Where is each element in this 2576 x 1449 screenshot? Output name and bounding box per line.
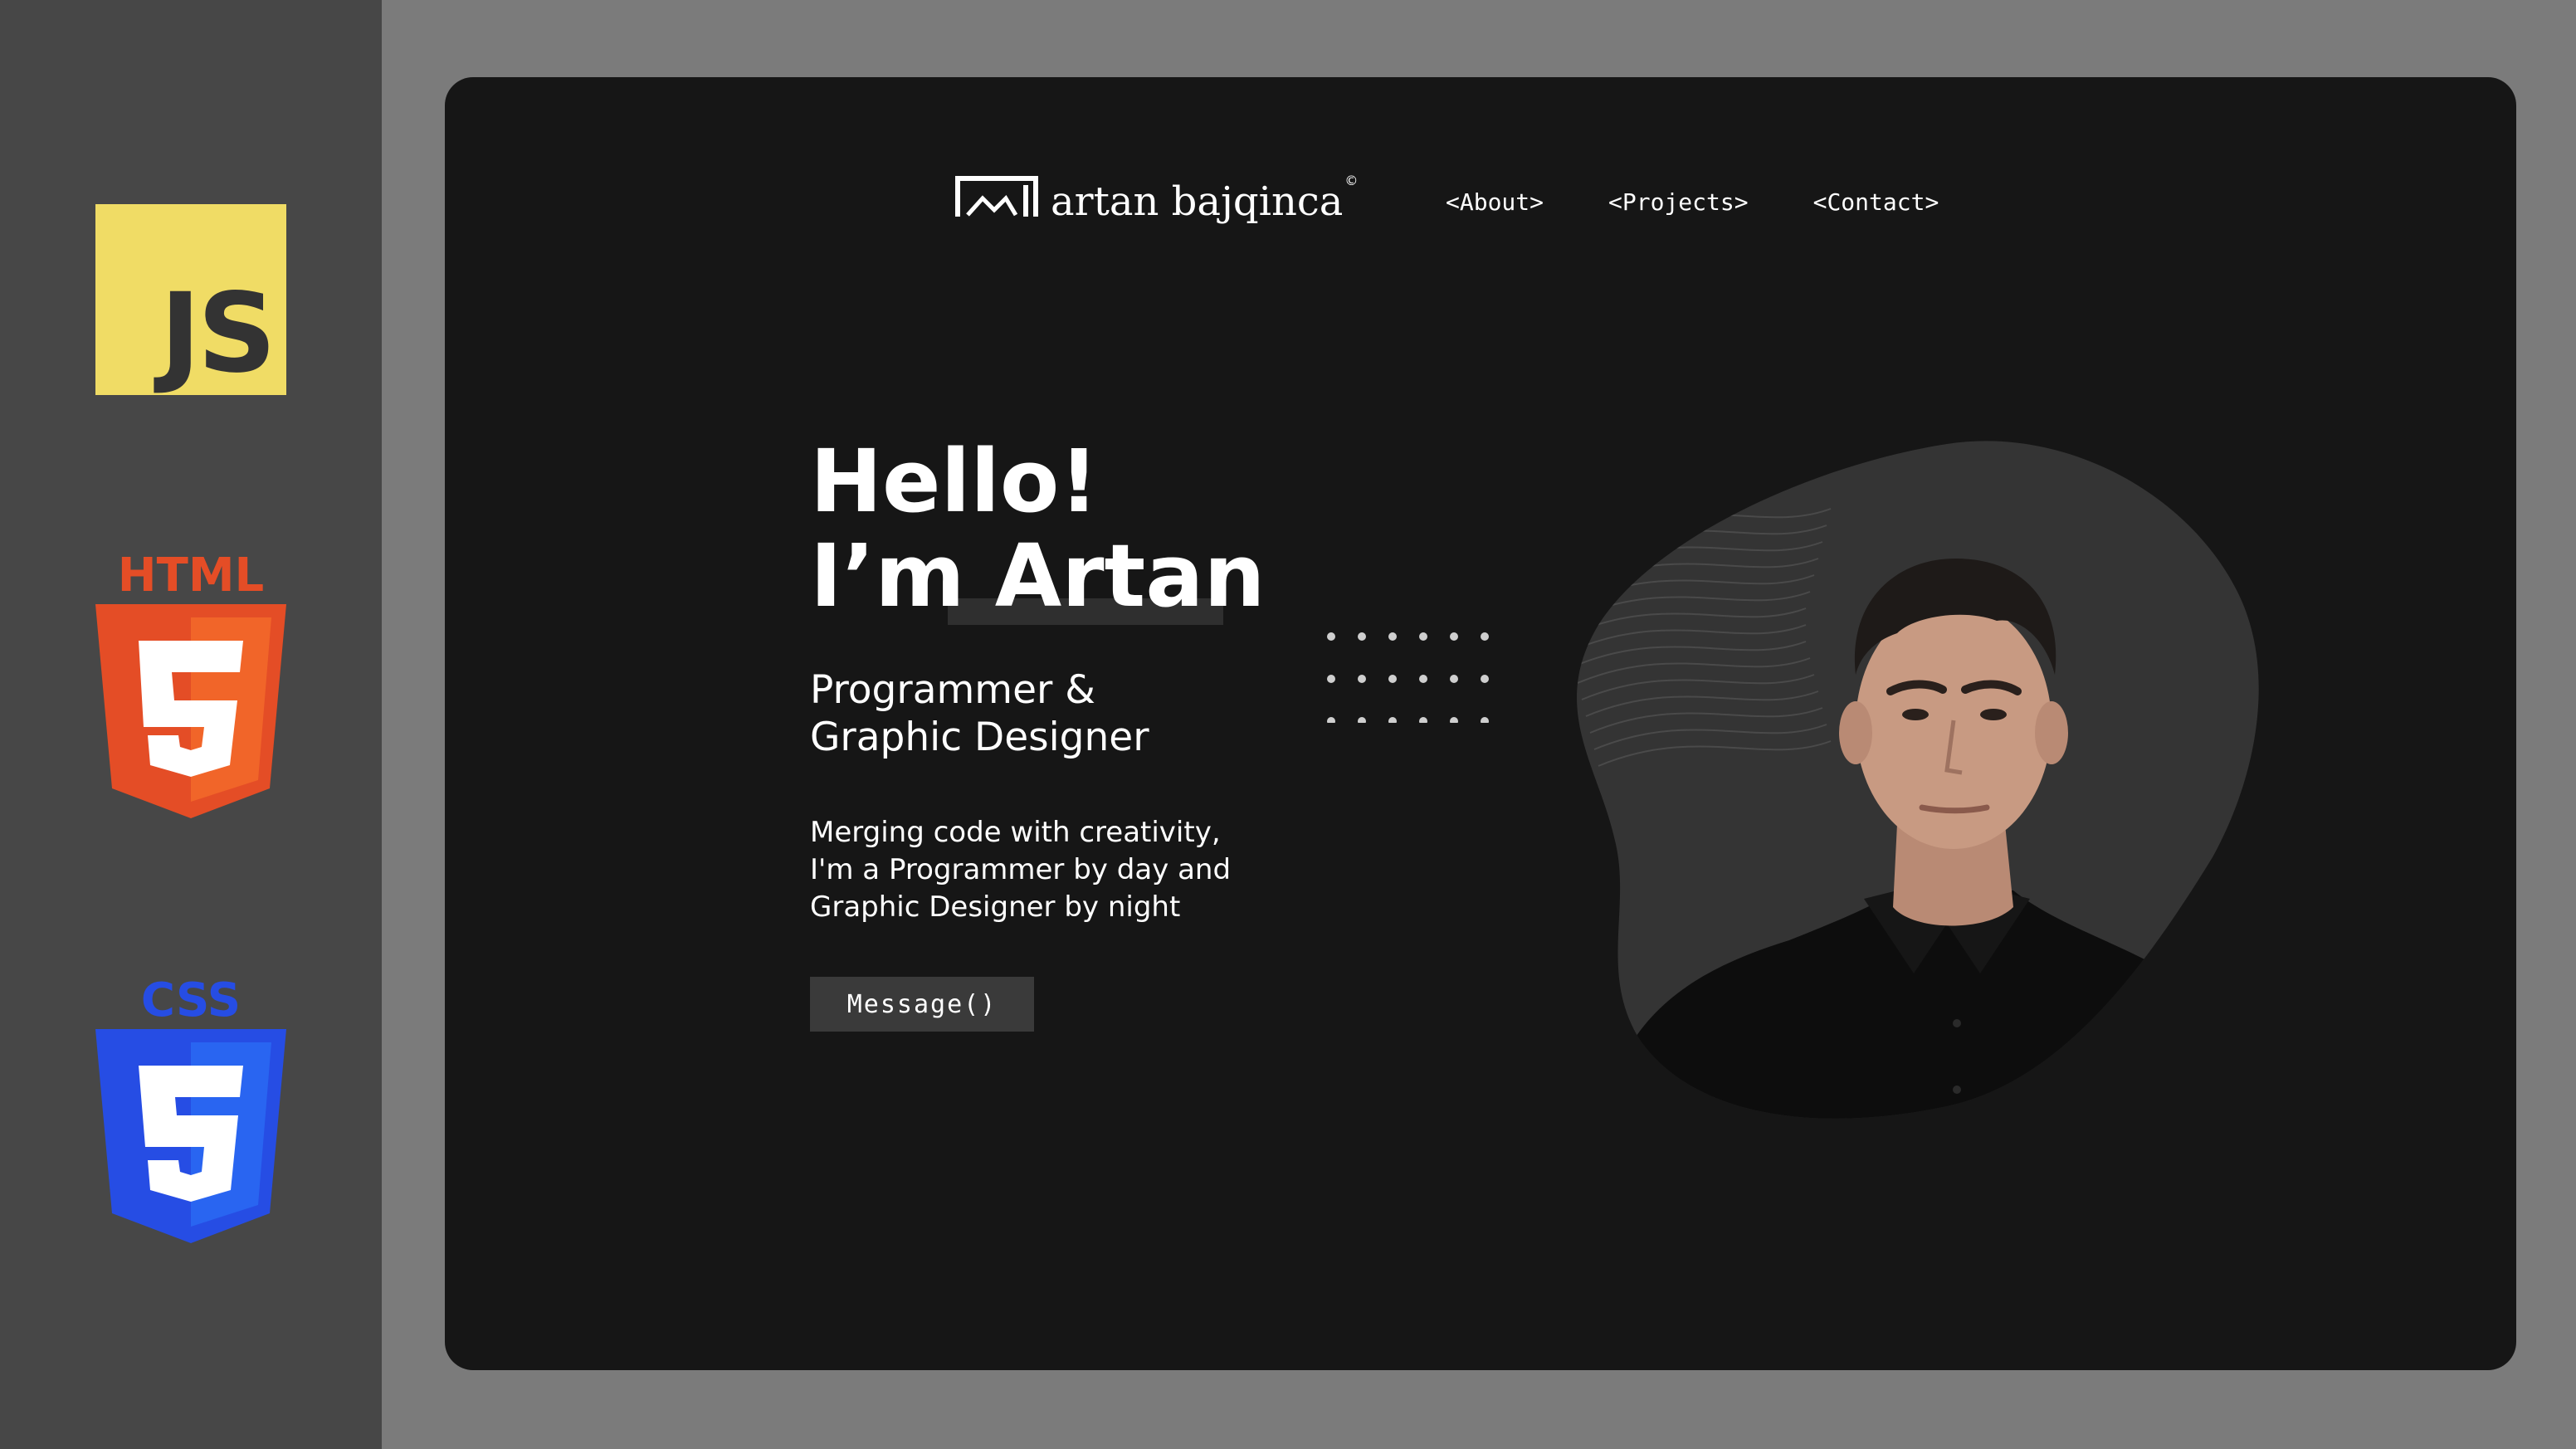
hero-subtitle-line-2: Graphic Designer (810, 715, 1149, 760)
hero-title-line-2: I’m Artan (810, 525, 1266, 627)
message-button[interactable]: Message() (810, 977, 1034, 1032)
html5-logo-icon: HTML (95, 549, 286, 818)
hero-subtitle: Programmer & Graphic Designer (810, 666, 1308, 761)
nav-link-contact[interactable]: <Contact> (1813, 188, 1939, 216)
nav-link-projects[interactable]: <Projects> (1608, 188, 1749, 216)
hero-title: Hello! I’m Artan (810, 434, 1266, 623)
hero-description-line-1: Merging code with creativity, (810, 816, 1221, 849)
tech-sidebar: JS HTML CSS (0, 0, 382, 1449)
dot-grid-decoration (1327, 632, 1489, 723)
html-logo-label: HTML (118, 549, 264, 603)
nav-link-about[interactable]: <About> (1446, 188, 1544, 216)
css3-logo-icon: CSS (95, 973, 286, 1243)
hero-subtitle-line-1: Programmer & (810, 667, 1095, 713)
javascript-logo-icon: JS (95, 204, 286, 395)
brand-registered-mark: © (1344, 172, 1359, 188)
website-window: artan bajqinca © <About> <Projects> <Con… (445, 77, 2516, 1370)
profile-portrait (1577, 441, 2259, 1119)
brand-mark-icon (955, 176, 1038, 217)
hero-description: Merging code with creativity, I'm a Prog… (810, 814, 1308, 926)
hero-description-line-3: Graphic Designer by night (810, 890, 1181, 924)
css-logo-label: CSS (141, 973, 241, 1027)
hero-title-line-1: Hello! (810, 431, 1099, 532)
hero-description-line-2: I'm a Programmer by day and (810, 853, 1232, 886)
main-nav: <About> <Projects> <Contact> (1446, 188, 2003, 216)
brand-name: artan bajqinca (1051, 178, 1344, 225)
brand-logo[interactable]: artan bajqinca © (954, 172, 1359, 225)
js-logo-text: JS (159, 270, 276, 398)
